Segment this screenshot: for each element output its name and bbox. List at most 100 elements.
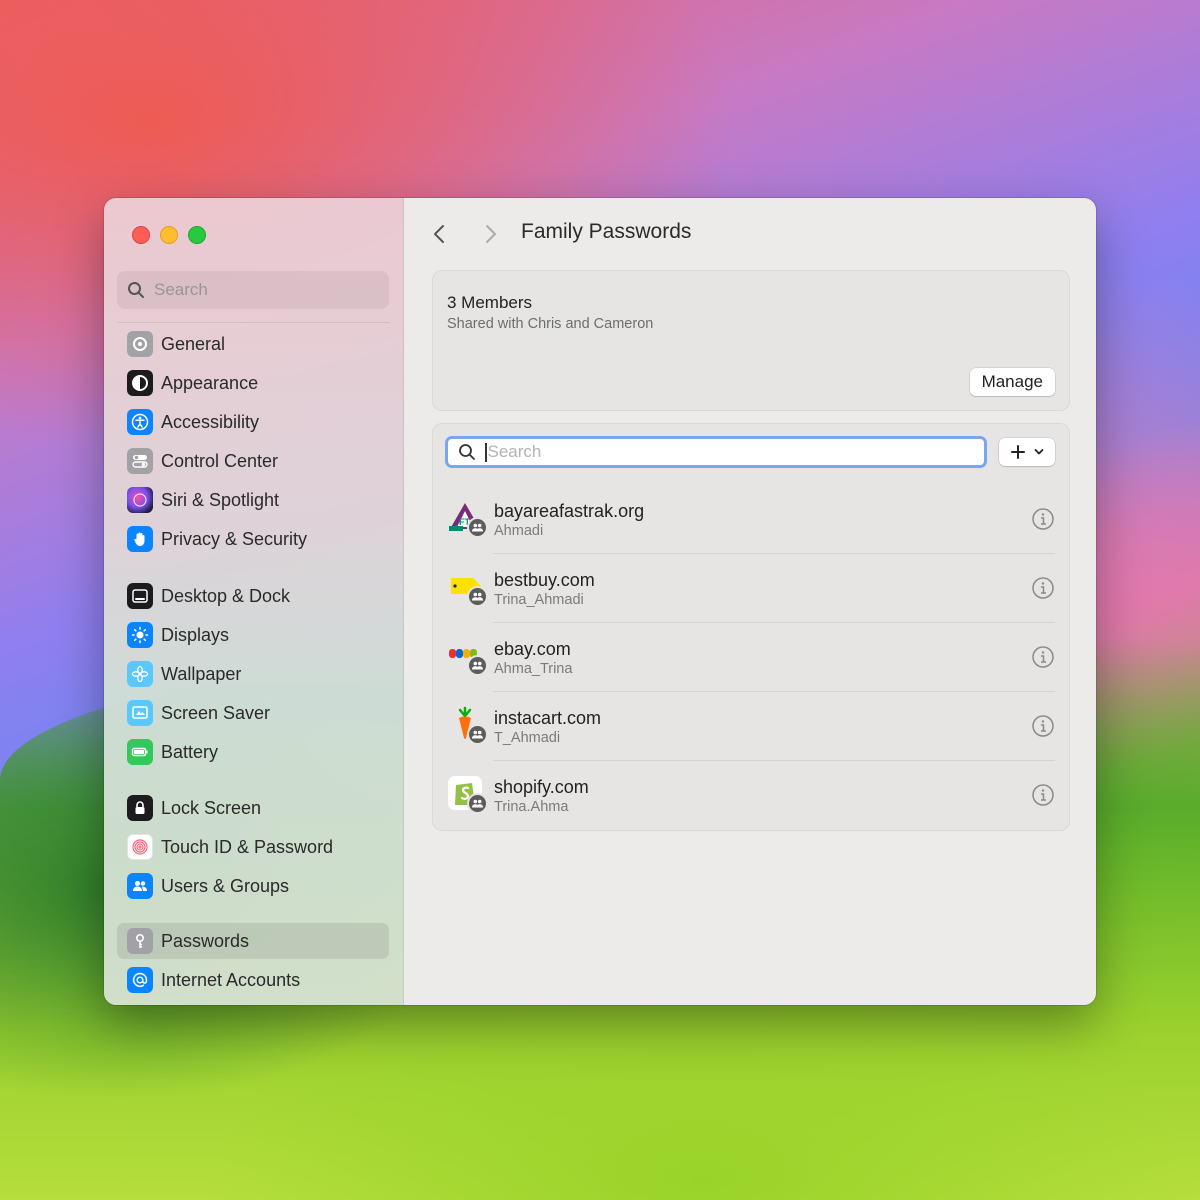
sidebar-item-label: Screen Saver — [161, 702, 271, 723]
sidebar-item-label: Privacy & Security — [161, 528, 308, 549]
chevron-down-icon — [1034, 449, 1044, 455]
sidebar-item-internet-accounts[interactable]: Internet Accounts — [117, 962, 389, 998]
sidebar-item-label: Appearance — [161, 372, 259, 393]
site-name: ebay.com — [494, 639, 571, 659]
shared-group-icon — [467, 655, 488, 676]
sidebar-item-screen-saver[interactable]: Screen Saver — [117, 695, 389, 731]
site-name: instacart.com — [494, 708, 602, 728]
sidebar-divider — [117, 322, 390, 323]
main-pane: Family Passwords 3 Members Shared with C… — [404, 198, 1096, 1005]
sidebar-item-label: Passwords — [161, 930, 250, 951]
key-icon — [127, 928, 153, 954]
siri-icon — [127, 487, 153, 513]
sidebar-item-label: Siri & Spotlight — [161, 489, 280, 510]
sidebar-item-general[interactable]: General — [117, 326, 389, 362]
manage-button[interactable]: Manage — [969, 368, 1055, 396]
password-row[interactable]: instacart.com T_Ahmadi — [433, 692, 1069, 761]
sun-icon — [127, 622, 153, 648]
gear-icon — [127, 331, 153, 357]
username: Ahmadi — [494, 523, 544, 539]
username: Trina.Ahma — [494, 799, 569, 815]
password-row[interactable]: shopify.com Trina.Ahma — [433, 761, 1069, 830]
sidebar-item-label: Control Center — [161, 450, 279, 471]
sidebar-item-wallpaper[interactable]: Wallpaper — [117, 656, 389, 692]
screen-saver-icon — [127, 700, 153, 726]
sidebar-item-label: General — [161, 333, 226, 354]
sidebar-search-input[interactable]: Search — [117, 271, 389, 309]
text-cursor — [485, 442, 487, 462]
password-row[interactable]: FT bayareafastrak.org Ahmadi — [433, 485, 1069, 554]
settings-window: Search General Appearance Accessibility — [104, 198, 1096, 1005]
forward-button[interactable] — [480, 222, 502, 246]
close-button[interactable] — [132, 226, 150, 244]
sidebar-item-appearance[interactable]: Appearance — [117, 365, 389, 401]
sidebar-item-displays[interactable]: Displays — [117, 617, 389, 653]
sidebar-item-label: Displays — [161, 624, 230, 645]
search-placeholder-wrap: Search — [485, 442, 541, 462]
password-row[interactable]: bestbuy.com Trina_Ahmadi — [433, 554, 1069, 623]
at-icon — [127, 967, 153, 993]
accessibility-icon — [127, 409, 153, 435]
window-controls — [132, 226, 206, 244]
username: Trina_Ahmadi — [494, 592, 584, 608]
back-button[interactable] — [428, 222, 450, 246]
zoom-button[interactable] — [188, 226, 206, 244]
info-button-icon[interactable] — [1031, 714, 1055, 738]
shared-group-icon — [467, 517, 488, 538]
battery-icon — [127, 739, 153, 765]
users-icon — [127, 873, 153, 899]
sidebar-item-lock-screen[interactable]: Lock Screen — [117, 790, 389, 826]
sidebar-item-accessibility[interactable]: Accessibility — [117, 404, 389, 440]
search-placeholder: Search — [487, 442, 542, 461]
sidebar-item-label: Accessibility — [161, 411, 260, 432]
passwords-list-card: Search FT bayareafastrak.org Ahmadi best… — [432, 423, 1070, 831]
appearance-icon — [127, 370, 153, 396]
info-button-icon[interactable] — [1031, 507, 1055, 531]
chevron-right-icon — [486, 225, 496, 243]
sidebar: Search General Appearance Accessibility — [104, 198, 404, 1005]
shared-group-icon — [467, 586, 488, 607]
flower-icon — [127, 661, 153, 687]
fingerprint-icon — [127, 834, 153, 860]
sidebar-search-placeholder: Search — [154, 280, 208, 299]
minimize-button[interactable] — [160, 226, 178, 244]
sidebar-item-siri-spotlight[interactable]: Siri & Spotlight — [117, 482, 389, 518]
add-password-menu-button[interactable] — [999, 438, 1055, 466]
sidebar-item-battery[interactable]: Battery — [117, 734, 389, 770]
sidebar-item-label: Lock Screen — [161, 797, 262, 818]
members-subtitle: Shared with Chris and Cameron — [447, 316, 654, 332]
sidebar-item-desktop-dock[interactable]: Desktop & Dock — [117, 578, 389, 614]
site-name: shopify.com — [494, 777, 589, 797]
username: Ahma_Trina — [494, 661, 573, 677]
sidebar-item-label: Battery — [161, 741, 219, 762]
sidebar-item-control-center[interactable]: Control Center — [117, 443, 389, 479]
password-search-input[interactable]: Search — [445, 436, 987, 468]
dock-icon — [127, 583, 153, 609]
members-card: 3 Members Shared with Chris and Cameron … — [432, 270, 1070, 411]
chevron-left-icon — [434, 225, 444, 243]
sidebar-item-label: Wallpaper — [161, 663, 242, 684]
password-row[interactable]: ebay.com Ahma_Trina — [433, 623, 1069, 692]
sidebar-item-privacy-security[interactable]: Privacy & Security — [117, 521, 389, 557]
plus-icon — [1011, 445, 1025, 459]
sidebar-item-label: Desktop & Dock — [161, 585, 291, 606]
lock-icon — [127, 795, 153, 821]
info-button-icon[interactable] — [1031, 783, 1055, 807]
sidebar-item-passwords[interactable]: Passwords — [117, 923, 389, 959]
sidebar-item-touch-id-password[interactable]: Touch ID & Password — [117, 829, 389, 865]
hand-icon — [127, 526, 153, 552]
sidebar-item-label: Touch ID & Password — [161, 836, 334, 857]
site-name: bayareafastrak.org — [494, 501, 645, 521]
sidebar-item-label: Internet Accounts — [161, 969, 301, 990]
page-title: Family Passwords — [521, 220, 692, 243]
site-name: bestbuy.com — [494, 570, 595, 590]
shared-group-icon — [467, 793, 488, 814]
username: T_Ahmadi — [494, 730, 561, 746]
info-button-icon[interactable] — [1031, 576, 1055, 600]
members-count: 3 Members — [447, 293, 533, 312]
sidebar-item-users-groups[interactable]: Users & Groups — [117, 868, 389, 904]
search-icon — [128, 282, 144, 298]
info-button-icon[interactable] — [1031, 645, 1055, 669]
shared-group-icon — [467, 724, 488, 745]
search-icon — [459, 444, 475, 460]
